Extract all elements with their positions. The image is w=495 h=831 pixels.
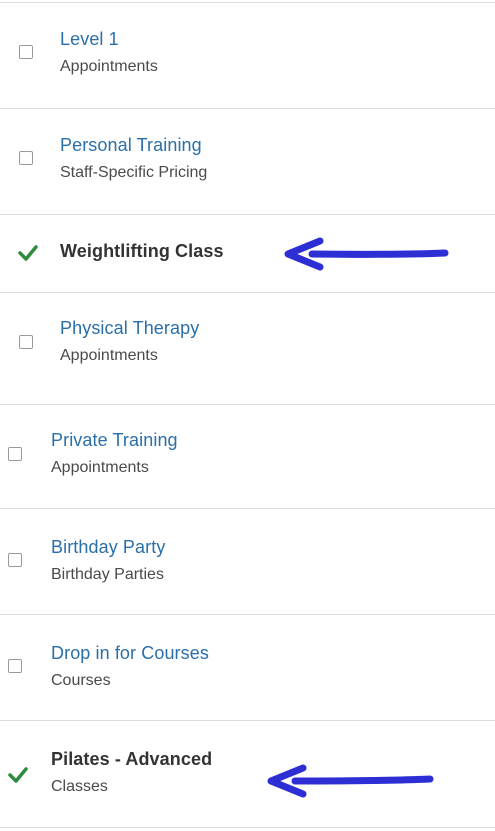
list-item-selected[interactable]: Weightlifting Class [0, 215, 495, 292]
checkbox-icon[interactable] [19, 45, 33, 59]
item-subtitle: Appointments [60, 347, 158, 364]
checkmark-icon[interactable] [8, 767, 28, 783]
checkbox-icon[interactable] [19, 335, 33, 349]
checkbox-icon[interactable] [8, 659, 22, 673]
item-title[interactable]: Private Training [51, 430, 178, 451]
checkmark-icon[interactable] [18, 245, 38, 261]
list-item[interactable]: Birthday Party Birthday Parties [0, 509, 495, 614]
item-title[interactable]: Personal Training [60, 135, 202, 156]
divider [0, 827, 495, 828]
list-item[interactable]: Physical Therapy Appointments [0, 293, 495, 385]
list-item-selected[interactable]: Pilates - Advanced Classes [0, 721, 495, 827]
item-title[interactable]: Drop in for Courses [51, 643, 209, 664]
checkbox-icon[interactable] [8, 447, 22, 461]
checkbox-icon[interactable] [8, 553, 22, 567]
item-subtitle: Appointments [60, 58, 158, 75]
arrow-left-icon [267, 764, 434, 798]
item-subtitle: Staff-Specific Pricing [60, 164, 208, 181]
item-title[interactable]: Physical Therapy [60, 318, 199, 339]
item-subtitle: Appointments [51, 459, 149, 476]
item-title[interactable]: Birthday Party [51, 537, 165, 558]
item-title[interactable]: Level 1 [60, 29, 119, 50]
list-item[interactable]: Personal Training Staff-Specific Pricing [0, 109, 495, 214]
item-title: Weightlifting Class [60, 241, 224, 261]
item-subtitle: Birthday Parties [51, 566, 164, 583]
item-subtitle: Classes [51, 778, 108, 795]
item-subtitle: Courses [51, 672, 111, 689]
checkbox-icon[interactable] [19, 151, 33, 165]
list-item[interactable]: Drop in for Courses Courses [0, 615, 495, 720]
item-title: Pilates - Advanced [51, 749, 213, 769]
list-item[interactable]: Private Training Appointments [0, 405, 495, 508]
list-item[interactable]: Level 1 Appointments [0, 3, 495, 108]
arrow-left-icon [284, 237, 449, 271]
